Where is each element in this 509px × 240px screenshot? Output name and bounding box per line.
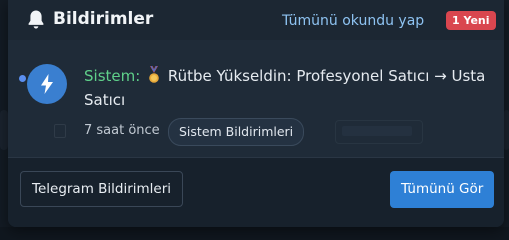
new-count-badge: 1 Yeni bbox=[446, 11, 496, 30]
unread-indicator bbox=[19, 75, 26, 82]
lightning-bolt-icon bbox=[27, 64, 67, 104]
view-all-button[interactable]: Tümünü Gör bbox=[390, 171, 495, 208]
notification-message: Sistem: Rütbe Yükseldin: Profesyonel Sat… bbox=[84, 64, 494, 112]
notifications-dropdown: Bildirimler Tümünü okundu yap 1 Yeni Sis… bbox=[8, 0, 504, 227]
notifications-footer: Telegram Bildirimleri Tümünü Gör bbox=[8, 157, 504, 227]
medal-icon bbox=[149, 66, 159, 83]
notifications-title: Bildirimler bbox=[53, 9, 154, 29]
telegram-notifications-button[interactable]: Telegram Bildirimleri bbox=[20, 171, 184, 207]
bell-icon bbox=[28, 10, 44, 29]
notification-time: 7 saat önce bbox=[84, 123, 160, 138]
notification-list: Sistem: Rütbe Yükseldin: Profesyonel Sat… bbox=[8, 40, 504, 157]
background-element bbox=[504, 110, 509, 150]
faded-action bbox=[335, 120, 423, 144]
mark-all-read-link[interactable]: Tümünü okundu yap bbox=[282, 12, 424, 30]
notification-source: Sistem: bbox=[84, 67, 141, 85]
notifications-header: Bildirimler Tümünü okundu yap 1 Yeni bbox=[8, 0, 504, 40]
lightning-bolt-glyph bbox=[41, 74, 53, 94]
category-tag[interactable]: Sistem Bildirimleri bbox=[168, 118, 305, 146]
background-element bbox=[0, 110, 8, 150]
notification-text: Rütbe Yükseldin: Profesyonel Satıcı → Us… bbox=[84, 67, 486, 109]
document-icon bbox=[54, 124, 66, 138]
